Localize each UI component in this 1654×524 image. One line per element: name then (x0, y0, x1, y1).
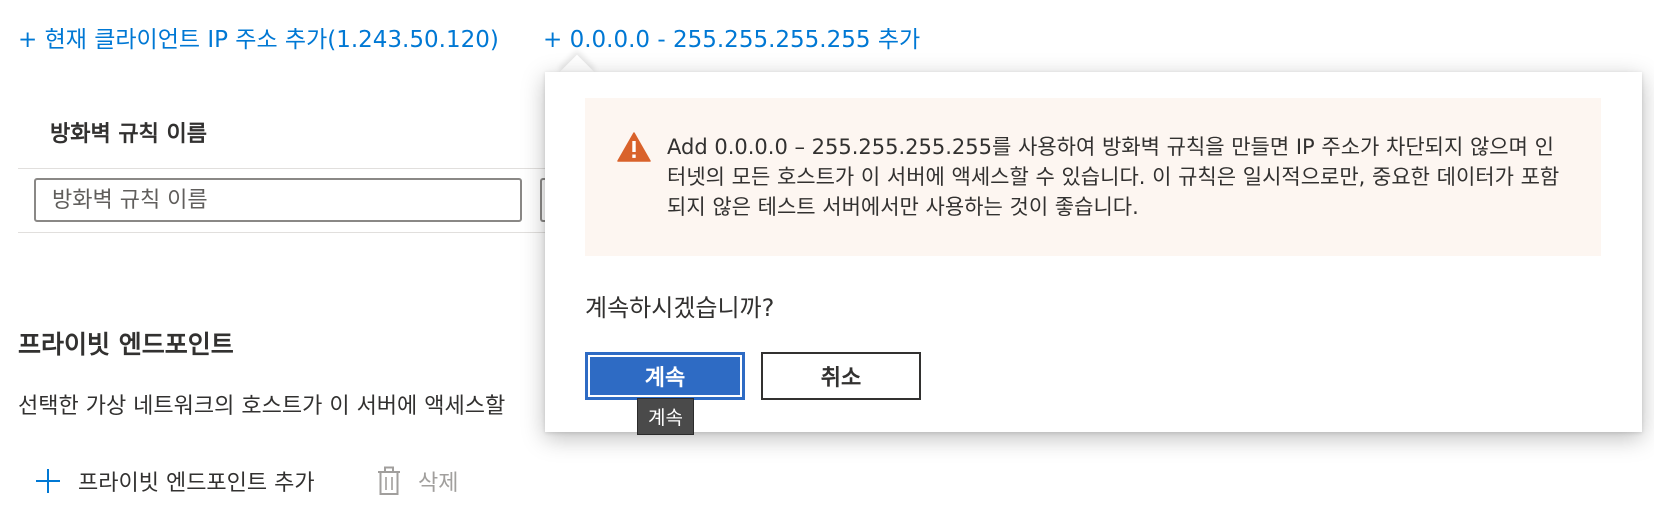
plus-icon (34, 467, 62, 495)
warning-icon (617, 132, 651, 166)
private-endpoints-title: 프라이빗 엔드포인트 (18, 330, 234, 359)
firewall-rule-name-input[interactable] (34, 178, 522, 222)
add-private-endpoint-button[interactable]: 프라이빗 엔드포인트 추가 (34, 465, 315, 497)
add-private-endpoint-label: 프라이빗 엔드포인트 추가 (78, 471, 315, 496)
cancel-button[interactable]: 취소 (761, 352, 921, 400)
confirm-callout: Add 0.0.0.0 – 255.255.255.255를 사용하여 방화벽 … (545, 72, 1642, 432)
page: + 현재 클라이언트 IP 주소 추가(1.243.50.120) + 0.0.… (0, 0, 1654, 524)
warning-text: Add 0.0.0.0 – 255.255.255.255를 사용하여 방화벽 … (667, 135, 1560, 219)
private-endpoints-description: 선택한 가상 네트워크의 호스트가 이 서버에 액세스할 (18, 394, 506, 419)
continue-tooltip: 계속 (637, 398, 694, 435)
callout-beak-cover (555, 72, 601, 92)
delete-private-endpoint-button[interactable]: 삭제 (376, 465, 458, 497)
continue-button[interactable]: 계속 (585, 352, 745, 400)
warning-message-bar: Add 0.0.0.0 – 255.255.255.255를 사용하여 방화벽 … (585, 98, 1601, 256)
add-all-ip-range-link[interactable]: + 0.0.0.0 - 255.255.255.255 추가 (543, 20, 920, 54)
trash-icon (376, 466, 402, 496)
add-client-ip-link[interactable]: + 현재 클라이언트 IP 주소 추가(1.243.50.120) (18, 20, 499, 54)
table-divider (18, 232, 578, 233)
table-divider (18, 168, 578, 169)
firewall-rule-name-header: 방화벽 규칙 이름 (50, 122, 207, 147)
confirm-prompt: 계속하시겠습니까? (585, 294, 775, 322)
delete-private-endpoint-label: 삭제 (418, 471, 459, 496)
